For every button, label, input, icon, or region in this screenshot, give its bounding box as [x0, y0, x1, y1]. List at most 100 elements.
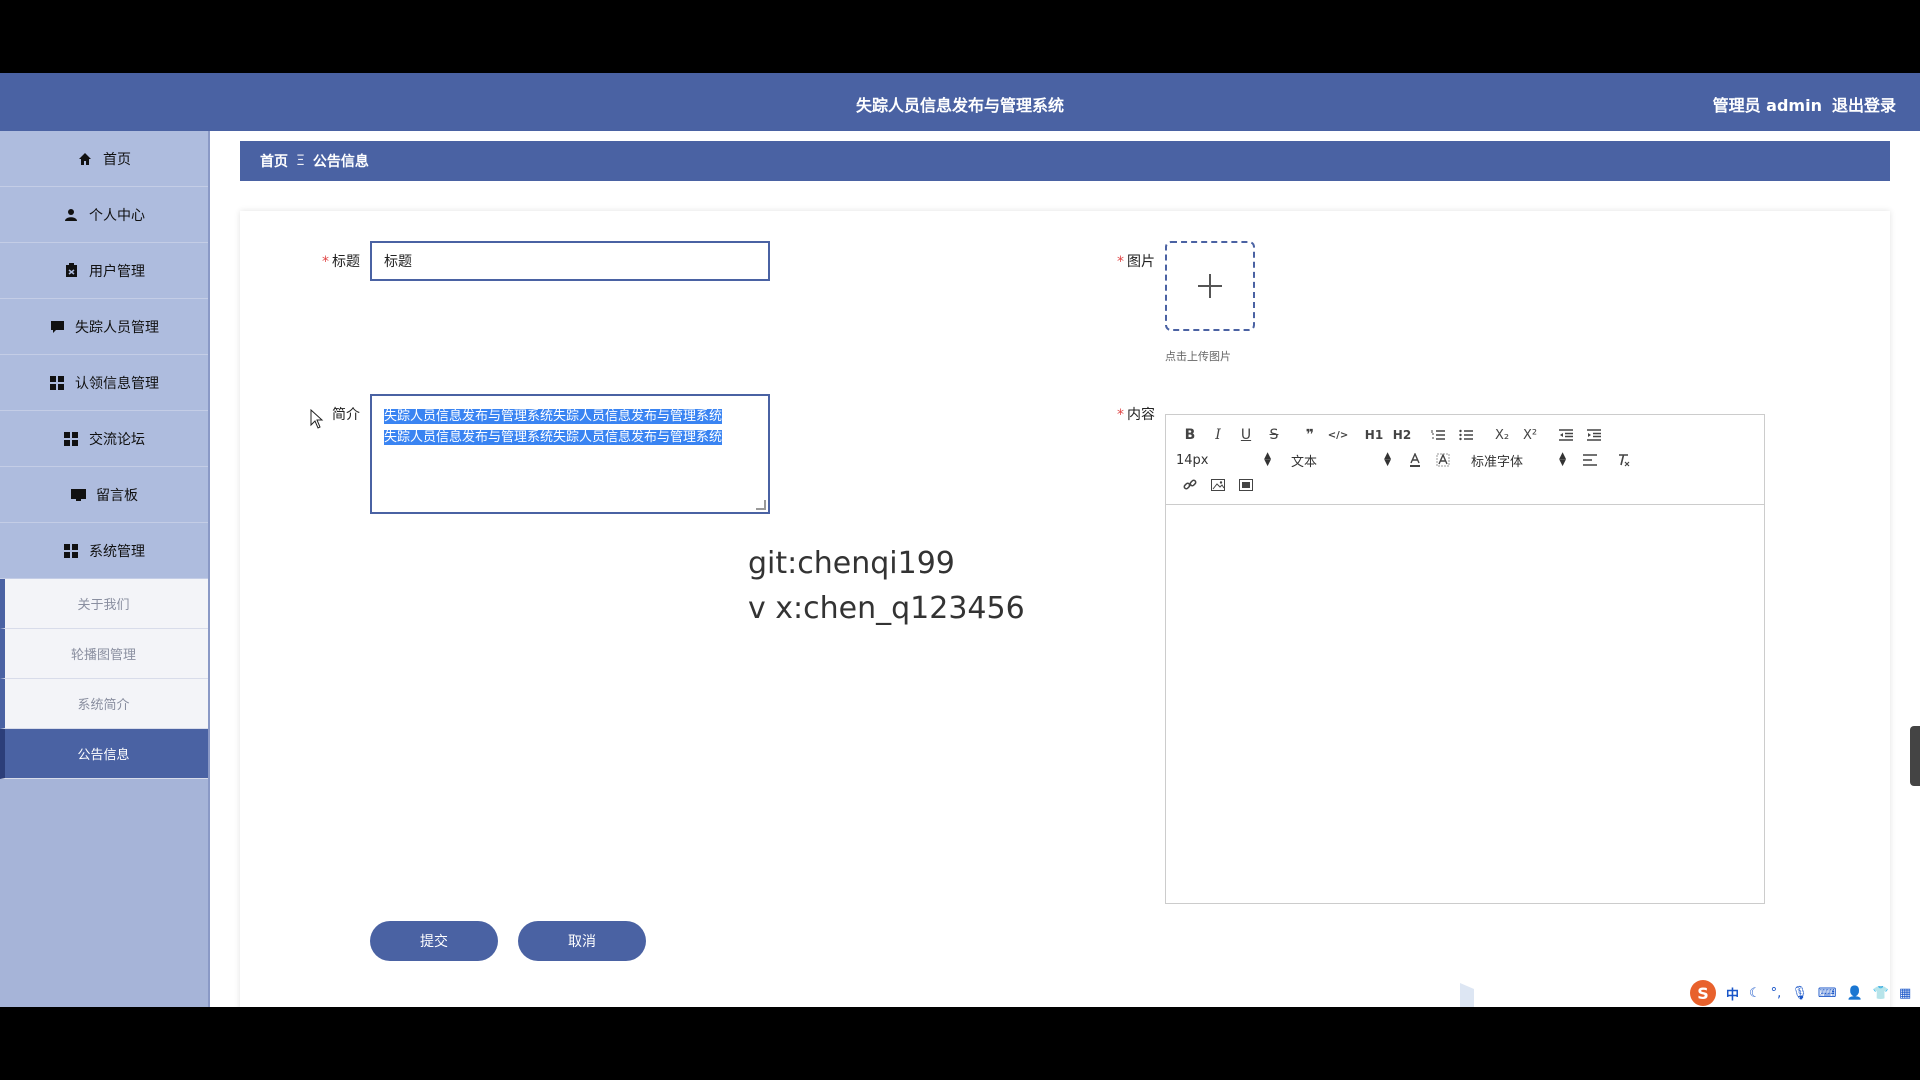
home-icon	[77, 151, 93, 167]
keyboard-icon[interactable]: ⌨	[1818, 986, 1837, 1001]
required-mark: *	[1117, 407, 1124, 423]
app-window: 失踪人员信息发布与管理系统 管理员 admin 退出登录 首页 个人中心 用户管…	[0, 73, 1920, 1007]
user-role: 管理员 admin	[1712, 96, 1822, 115]
paragraph-format-select[interactable]: 文本 ▲ ▼	[1291, 451, 1391, 470]
select-arrows-icon: ▲ ▼	[1384, 451, 1391, 468]
sidebar-item-messages[interactable]: 留言板	[0, 467, 208, 523]
top-bar: 失踪人员信息发布与管理系统 管理员 admin 退出登录	[0, 73, 1920, 131]
outdent-icon[interactable]	[1552, 425, 1580, 445]
sidebar-item-forum[interactable]: 交流论坛	[0, 411, 208, 467]
paragraph-format-value: 文本	[1291, 454, 1318, 470]
title-input[interactable]	[370, 241, 770, 281]
toolbar-row-2: 14px ▲ ▼ 文本 ▲ ▼ 标准字体 ▲ ▼	[1176, 450, 1638, 470]
subscript-button[interactable]: X₂	[1488, 425, 1516, 445]
sidebar-item-label: 个人中心	[89, 207, 145, 224]
link-icon[interactable]	[1176, 475, 1204, 495]
font-size-select[interactable]: 14px ▲ ▼	[1176, 451, 1271, 468]
sidebar-subitem-announcements[interactable]: 公告信息	[0, 729, 208, 779]
apps-icon[interactable]: ▦	[1899, 986, 1911, 1001]
image-label: * 图片	[1095, 251, 1155, 271]
monitor-icon	[70, 487, 86, 503]
side-scroll-handle[interactable]	[1910, 726, 1920, 786]
logo-watermark-icon	[1460, 983, 1474, 1007]
intro-text-line2: 失踪人员信息发布与管理系统失踪人员信息发布与管理系统	[384, 430, 723, 445]
required-mark: *	[1117, 254, 1124, 270]
logout-button[interactable]: 退出登录	[1832, 92, 1896, 116]
bold-button[interactable]: B	[1176, 425, 1204, 445]
font-color-icon[interactable]	[1401, 450, 1429, 470]
required-mark: *	[322, 254, 329, 270]
main-content: 首页 Ξ 公告信息 *标题 简介 失踪人员信息发布与管理系统失踪人员信息发布与管…	[212, 131, 1920, 1007]
align-icon[interactable]	[1576, 450, 1604, 470]
breadcrumb-current: 公告信息	[312, 154, 369, 170]
bullet-list-icon[interactable]	[1452, 425, 1480, 445]
toolbar-row-3	[1176, 475, 1260, 495]
cancel-button[interactable]: 取消	[518, 921, 646, 961]
editor-content-area[interactable]	[1166, 505, 1764, 903]
rich-text-editor: B I U S ❞ </> H1 H2 X₂ X² 14px ▲ ▼ 文本 ▲ …	[1165, 414, 1765, 904]
h1-button[interactable]: H1	[1360, 425, 1388, 445]
sogou-ime-icon[interactable]: S	[1690, 980, 1716, 1006]
ordered-list-icon[interactable]	[1424, 425, 1452, 445]
image-label-text: 图片	[1127, 254, 1155, 270]
background-color-icon[interactable]	[1429, 450, 1457, 470]
font-family-select[interactable]: 标准字体 ▲ ▼	[1471, 451, 1566, 470]
sidebar-item-label: 失踪人员管理	[75, 319, 159, 336]
intro-text-line1: 失踪人员信息发布与管理系统失踪人员信息发布与管理系统	[384, 409, 723, 424]
strikethrough-button[interactable]: S	[1260, 425, 1288, 445]
form-card: *标题 简介 失踪人员信息发布与管理系统失踪人员信息发布与管理系统 失踪人员信息…	[240, 211, 1890, 1007]
breadcrumb-home[interactable]: 首页	[260, 151, 288, 171]
title-label-text: 标题	[332, 254, 360, 270]
italic-button[interactable]: I	[1204, 425, 1232, 445]
video-icon[interactable]	[1232, 475, 1260, 495]
content-label-text: 内容	[1127, 407, 1155, 423]
grid-icon	[63, 431, 79, 447]
grid-icon	[49, 375, 65, 391]
screen: 失踪人员信息发布与管理系统 管理员 admin 退出登录 首页 个人中心 用户管…	[0, 0, 1920, 1080]
image-upload-button[interactable]	[1165, 241, 1255, 331]
ime-mode-indicator[interactable]: 中	[1726, 984, 1739, 1003]
shirt-icon[interactable]: 👕	[1873, 986, 1889, 1001]
watermark: git:chenqi199 v x:chen_q123456	[748, 541, 1025, 631]
sidebar-item-claims[interactable]: 认领信息管理	[0, 355, 208, 411]
sidebar-item-users[interactable]: 用户管理	[0, 243, 208, 299]
upload-hint: 点击上传图片	[1165, 350, 1231, 363]
sidebar-item-home[interactable]: 首页	[0, 131, 208, 187]
sidebar-subitem-about[interactable]: 关于我们	[0, 579, 208, 629]
sidebar-item-missing-persons[interactable]: 失踪人员管理	[0, 299, 208, 355]
image-icon[interactable]	[1204, 475, 1232, 495]
superscript-button[interactable]: X²	[1516, 425, 1544, 445]
blockquote-button[interactable]: ❞	[1296, 425, 1324, 445]
underline-button[interactable]: U	[1232, 425, 1260, 445]
grid-icon	[63, 543, 79, 559]
sidebar-subitem-carousel[interactable]: 轮播图管理	[0, 629, 208, 679]
moon-icon[interactable]: ☾	[1749, 986, 1761, 1001]
sidebar-item-profile[interactable]: 个人中心	[0, 187, 208, 243]
sidebar-item-label: 系统管理	[89, 543, 145, 560]
code-button[interactable]: </>	[1324, 425, 1352, 445]
punctuation-icon[interactable]: °,	[1771, 986, 1782, 1001]
select-arrows-icon: ▲ ▼	[1264, 451, 1271, 468]
sidebar-item-label: 认领信息管理	[75, 375, 159, 392]
sidebar-subitem-intro[interactable]: 系统简介	[0, 679, 208, 729]
sidebar-item-label: 交流论坛	[89, 431, 145, 448]
microphone-icon[interactable]: 🎙	[1791, 986, 1808, 1001]
sidebar-item-system[interactable]: 系统管理	[0, 523, 208, 579]
intro-textarea[interactable]: 失踪人员信息发布与管理系统失踪人员信息发布与管理系统 失踪人员信息发布与管理系统…	[370, 394, 770, 514]
font-size-value: 14px	[1176, 452, 1209, 468]
user-area: 管理员 admin 退出登录	[1713, 92, 1896, 116]
resize-handle[interactable]	[756, 500, 766, 510]
editor-toolbar: B I U S ❞ </> H1 H2 X₂ X² 14px ▲ ▼ 文本 ▲ …	[1166, 415, 1764, 505]
sidebar-item-label: 用户管理	[89, 263, 145, 280]
sidebar-item-label: 留言板	[96, 487, 138, 504]
breadcrumb-separator: Ξ	[296, 153, 305, 169]
title-label: * 标题	[300, 251, 360, 271]
clear-format-icon[interactable]	[1610, 450, 1638, 470]
user-tray-icon[interactable]: 👤	[1847, 986, 1863, 1001]
intro-label: 简介	[300, 404, 360, 424]
watermark-line2: v x:chen_q123456	[748, 591, 1025, 626]
indent-icon[interactable]	[1580, 425, 1608, 445]
toolbar-row-1: B I U S ❞ </> H1 H2 X₂ X²	[1176, 425, 1608, 445]
h2-button[interactable]: H2	[1388, 425, 1416, 445]
submit-button[interactable]: 提交	[370, 921, 498, 961]
